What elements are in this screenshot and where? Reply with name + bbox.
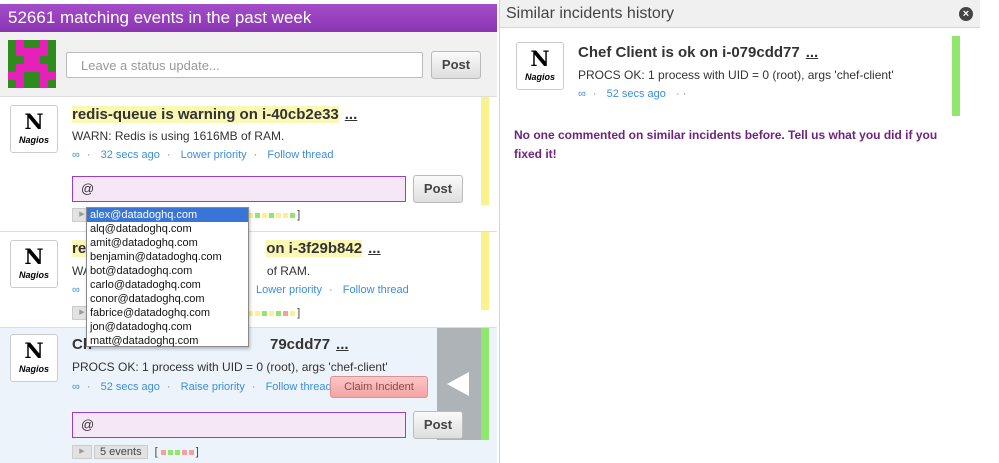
page-margin xyxy=(980,0,999,463)
priority-link[interactable]: Lower priority xyxy=(256,284,322,296)
play-icon[interactable]: ▶ xyxy=(72,445,92,459)
event-meta: ∞ · 52 secs ago · Raise priority · Follow t… xyxy=(72,381,332,393)
permalink-icon[interactable]: ∞ xyxy=(72,149,80,161)
nagios-icon: N Nagios xyxy=(10,240,58,288)
claim-incident-button[interactable]: Claim Incident xyxy=(330,376,428,398)
status-bar-warn xyxy=(481,97,489,205)
similar-incident-item: N Nagios Chef Client is ok on i-079cdd77… xyxy=(500,36,980,116)
similar-incidents-header: Similar incidents history × xyxy=(500,0,980,28)
comment-post-button[interactable]: Post xyxy=(413,411,463,439)
comment-input[interactable]: @ xyxy=(72,412,406,438)
autocomplete-option[interactable]: matt@datadoghq.com xyxy=(87,334,248,348)
status-bar-ok xyxy=(952,36,960,116)
nagios-icon: N Nagios xyxy=(516,42,564,90)
events-count-badge[interactable]: 5 events xyxy=(94,445,148,459)
event-time[interactable]: 32 secs ago xyxy=(101,149,160,161)
autocomplete-option[interactable]: bot@datadoghq.com xyxy=(87,264,248,278)
feed-header: 52661 matching events in the past week xyxy=(0,4,497,32)
similar-incident-description: PROCS OK: 1 process with UID = 0 (root),… xyxy=(578,68,894,82)
event-meta: ∞ · 32 secs ago · Lower priority · Follow t… xyxy=(72,149,334,161)
event-description: WARN: Redis is using 1616MB of RAM. xyxy=(72,129,285,143)
autocomplete-option[interactable]: conor@datadoghq.com xyxy=(87,292,248,306)
status-bar-ok xyxy=(481,328,489,440)
priority-link[interactable]: Lower priority xyxy=(181,149,247,161)
nagios-icon: N Nagios xyxy=(10,334,58,382)
autocomplete-option[interactable]: fabrice@datadoghq.com xyxy=(87,306,248,320)
autocomplete-option[interactable]: carlo@datadoghq.com xyxy=(87,278,248,292)
event-timeline-strip: ▶ 5 events [ ] xyxy=(72,445,199,459)
incident-time[interactable]: 52 secs ago xyxy=(607,88,666,100)
autocomplete-option[interactable]: benjamin@datadoghq.com xyxy=(87,250,248,264)
similar-incident-title[interactable]: Chef Client is ok on i-079cdd77... xyxy=(578,44,818,61)
autocomplete-option[interactable]: alq@datadoghq.com xyxy=(87,222,248,236)
no-comment-message: No one commented on similar incidents be… xyxy=(514,128,938,161)
permalink-icon[interactable]: ∞ xyxy=(72,381,80,393)
status-input[interactable]: Leave a status update... xyxy=(66,52,423,78)
permalink-icon[interactable]: ∞ xyxy=(72,284,80,296)
avatar xyxy=(8,40,56,88)
permalink-icon[interactable]: ∞ xyxy=(578,88,586,100)
priority-link[interactable]: Raise priority xyxy=(181,381,245,393)
similar-incidents-pane: Similar incidents history × N Nagios Che… xyxy=(499,0,980,463)
event-item-selected: N Nagios Ch 79cdd77... PROCS OK: 1 proces… xyxy=(0,328,497,463)
mention-autocomplete: alex@datadoghq.com alq@datadoghq.com ami… xyxy=(86,207,249,347)
autocomplete-option[interactable]: amit@datadoghq.com xyxy=(87,236,248,250)
status-post-button[interactable]: Post xyxy=(431,51,481,79)
status-update-row: Leave a status update... Post xyxy=(0,32,497,97)
follow-thread-link[interactable]: Follow thread xyxy=(343,284,409,296)
arrow-left-icon xyxy=(447,372,469,396)
autocomplete-option[interactable]: jon@datadoghq.com xyxy=(87,320,248,334)
event-time[interactable]: 52 secs ago xyxy=(101,381,160,393)
nagios-icon: N Nagios xyxy=(10,105,58,153)
follow-thread-link[interactable]: Follow thread xyxy=(267,149,333,161)
follow-thread-link[interactable]: Follow thread xyxy=(266,381,332,393)
event-stream-pane: 52661 matching events in the past week L… xyxy=(0,0,497,463)
autocomplete-option[interactable]: alex@datadoghq.com xyxy=(87,208,248,222)
comment-input[interactable]: @ xyxy=(72,176,406,202)
status-bar-warn xyxy=(481,232,489,310)
close-icon[interactable]: × xyxy=(959,7,973,21)
similar-incident-meta: ∞ · 52 secs ago · · xyxy=(578,88,687,100)
event-title[interactable]: redis-queue is warning on i-40cb2e33... xyxy=(72,106,357,123)
comment-post-button[interactable]: Post xyxy=(413,175,463,203)
event-description: PROCS OK: 1 process with UID = 0 (root),… xyxy=(72,360,388,374)
